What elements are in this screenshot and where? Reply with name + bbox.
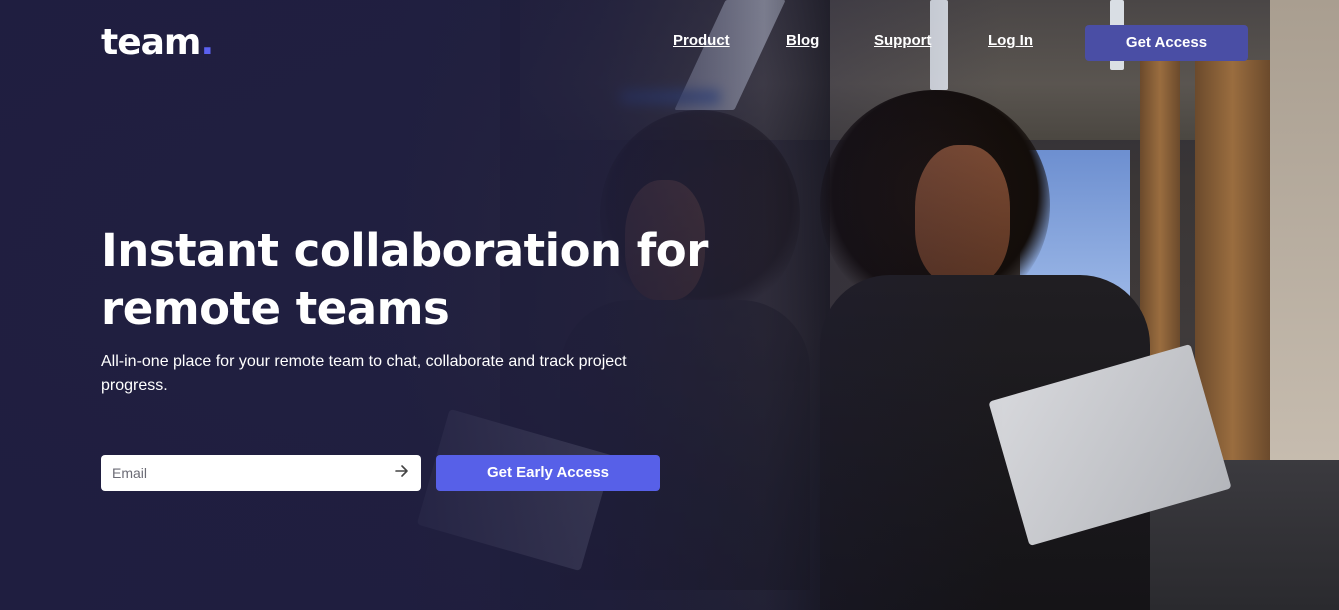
get-access-button[interactable]: Get Access bbox=[1085, 25, 1248, 61]
hero-section: team. Product Blog Support Log In Get Ac… bbox=[0, 0, 1339, 610]
nav-link-blog[interactable]: Blog bbox=[786, 32, 819, 49]
nav-link-support[interactable]: Support bbox=[874, 32, 932, 49]
email-form bbox=[101, 455, 421, 491]
nav-link-product[interactable]: Product bbox=[673, 32, 730, 49]
logo-text: team bbox=[101, 22, 201, 63]
nav-link-log-in[interactable]: Log In bbox=[988, 32, 1033, 49]
arrow-right-icon[interactable] bbox=[395, 464, 411, 482]
hero-title: Instant collaboration for remote teams bbox=[101, 224, 708, 335]
email-input[interactable] bbox=[101, 455, 381, 491]
logo-dot: . bbox=[200, 22, 214, 63]
get-early-access-button[interactable]: Get Early Access bbox=[436, 455, 660, 491]
hero-subtitle: All-in-one place for your remote team to… bbox=[101, 353, 627, 394]
logo[interactable]: team. bbox=[101, 22, 214, 63]
